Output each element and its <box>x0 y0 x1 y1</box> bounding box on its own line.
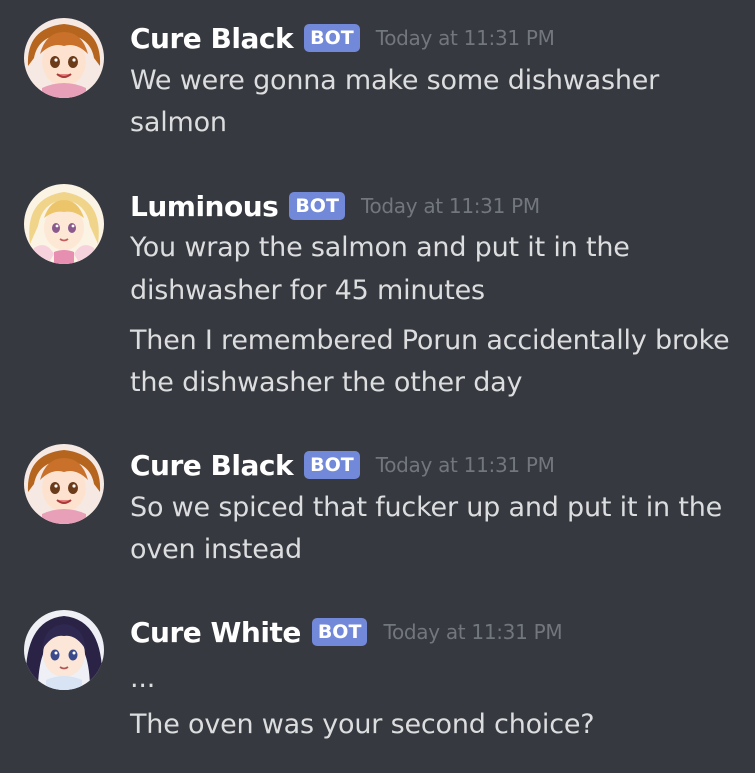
message-text: You wrap the salmon and put it in the <box>130 232 630 263</box>
message-text: We were gonna make some dishwasher <box>130 65 660 96</box>
message-text: oven instead <box>130 534 302 565</box>
cure-white-avatar-icon[interactable] <box>24 610 104 690</box>
message-header: Luminous BOT Today at 11:31 PM <box>130 186 540 226</box>
timestamp: Today at 11:31 PM <box>375 26 555 50</box>
luminous-avatar-icon[interactable] <box>24 184 104 264</box>
username[interactable]: Cure Black <box>130 22 294 55</box>
message-text: ... <box>130 663 156 694</box>
username[interactable]: Cure Black <box>130 449 294 482</box>
message-text: The oven was your second choice? <box>130 709 595 740</box>
username[interactable]: Luminous <box>130 190 279 223</box>
bot-badge: BOT <box>304 451 360 479</box>
cure-black-avatar-icon[interactable] <box>24 444 104 524</box>
message-text: salmon <box>130 107 227 138</box>
message-text: the dishwasher the other day <box>130 367 523 398</box>
timestamp: Today at 11:31 PM <box>375 453 555 477</box>
message-text: Then I remembered Porun accidentally bro… <box>130 325 730 356</box>
timestamp: Today at 11:31 PM <box>383 620 563 644</box>
message-header: Cure Black BOT Today at 11:31 PM <box>130 18 555 58</box>
username[interactable]: Cure White <box>130 616 301 649</box>
bot-badge: BOT <box>304 24 360 52</box>
message-text: dishwasher for 45 minutes <box>130 275 485 306</box>
message-header: Cure Black BOT Today at 11:31 PM <box>130 445 555 485</box>
chat-messages: Cure Black BOT Today at 11:31 PM We were… <box>0 0 755 773</box>
message-header: Cure White BOT Today at 11:31 PM <box>130 612 563 652</box>
cure-black-avatar-icon[interactable] <box>24 18 104 98</box>
timestamp: Today at 11:31 PM <box>360 194 540 218</box>
bot-badge: BOT <box>311 618 368 646</box>
message-text: So we spiced that fucker up and put it i… <box>130 492 723 523</box>
bot-badge: BOT <box>289 192 345 220</box>
